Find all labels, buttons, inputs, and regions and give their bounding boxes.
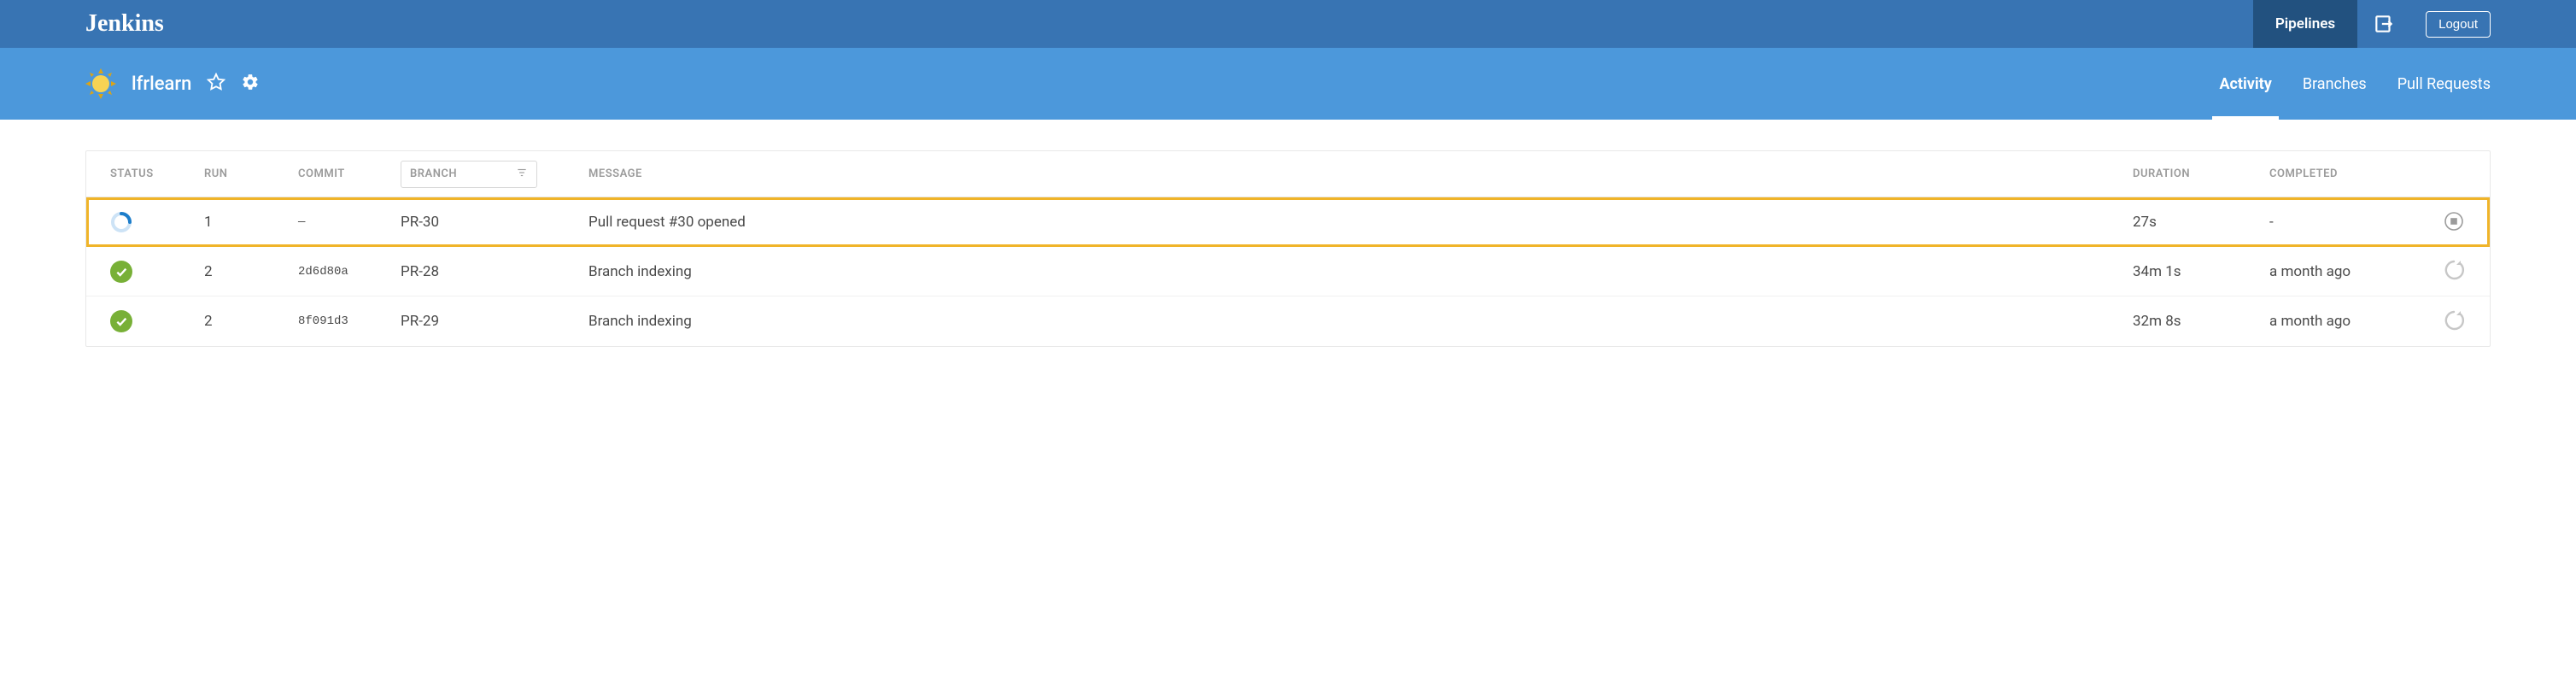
stop-button[interactable] xyxy=(2442,209,2466,233)
col-header-duration: Duration xyxy=(2133,167,2269,180)
cell-completed: a month ago xyxy=(2269,313,2432,330)
tab-branches[interactable]: Branches xyxy=(2303,48,2367,120)
cell-completed: a month ago xyxy=(2269,263,2432,280)
nav-pipelines[interactable]: Pipelines xyxy=(2253,0,2357,48)
tab-pull-requests[interactable]: Pull Requests xyxy=(2397,48,2491,120)
col-header-status: Status xyxy=(110,167,204,180)
cell-status xyxy=(110,211,204,233)
col-header-commit: Commit xyxy=(298,167,401,180)
table-row[interactable]: 22d6d80aPR-28Branch indexing34m 1sa mont… xyxy=(86,247,2490,296)
col-header-completed: Completed xyxy=(2269,167,2432,180)
status-running-icon xyxy=(110,211,132,233)
cell-status xyxy=(110,261,204,283)
table-row[interactable]: 28f091d3PR-29Branch indexing32m 8sa mont… xyxy=(86,296,2490,346)
col-header-run: Run xyxy=(204,167,298,180)
settings-gear-icon[interactable] xyxy=(241,73,260,95)
cell-action xyxy=(2432,258,2466,285)
rerun-button[interactable] xyxy=(2442,258,2466,282)
cell-branch: PR-30 xyxy=(401,214,588,231)
cell-message: Pull request #30 opened xyxy=(588,214,2133,231)
table-body: 1—PR-30Pull request #30 opened27s-22d6d8… xyxy=(86,197,2490,346)
cell-completed: - xyxy=(2269,214,2432,231)
tab-activity[interactable]: Activity xyxy=(2219,48,2271,120)
cell-branch: PR-28 xyxy=(401,263,588,280)
activity-table: Status Run Commit Branch Message Duratio… xyxy=(85,150,2491,347)
favorite-star-icon[interactable] xyxy=(207,73,225,95)
cell-duration: 27s xyxy=(2133,214,2269,231)
cell-commit: 2d6d80a xyxy=(298,265,401,279)
table-row[interactable]: 1—PR-30Pull request #30 opened27s- xyxy=(86,197,2490,247)
cell-action xyxy=(2432,209,2466,236)
cell-branch: PR-29 xyxy=(401,313,588,330)
branch-filter-dropdown[interactable]: Branch xyxy=(401,161,537,188)
sub-header: lfrlearn Activity Branches Pull Requests xyxy=(0,48,2576,120)
cell-message: Branch indexing xyxy=(588,313,2133,330)
cell-commit: — xyxy=(298,215,401,229)
brand-logo[interactable]: Jenkins xyxy=(85,10,164,38)
status-success-icon xyxy=(110,310,132,332)
top-right-nav: Pipelines Logout xyxy=(2253,0,2491,48)
table-header-row: Status Run Commit Branch Message Duratio… xyxy=(86,151,2490,197)
pipeline-name[interactable]: lfrlearn xyxy=(132,73,191,95)
weather-sunny-icon xyxy=(85,68,116,99)
pipeline-title-area: lfrlearn xyxy=(85,68,260,99)
cell-status xyxy=(110,310,204,332)
filter-icon xyxy=(516,167,528,182)
logout-button[interactable]: Logout xyxy=(2426,11,2491,38)
top-header: Jenkins Pipelines Logout xyxy=(0,0,2576,48)
content-area: Status Run Commit Branch Message Duratio… xyxy=(0,120,2576,378)
exit-icon[interactable] xyxy=(2373,13,2395,35)
col-header-branch[interactable]: Branch xyxy=(401,161,588,188)
cell-duration: 32m 8s xyxy=(2133,313,2269,330)
pipeline-tabs: Activity Branches Pull Requests xyxy=(2219,48,2491,120)
cell-commit: 8f091d3 xyxy=(298,314,401,328)
cell-duration: 34m 1s xyxy=(2133,263,2269,280)
cell-run: 2 xyxy=(204,313,298,330)
cell-message: Branch indexing xyxy=(588,263,2133,280)
branch-filter-label: Branch xyxy=(410,167,457,180)
cell-run: 2 xyxy=(204,263,298,280)
rerun-button[interactable] xyxy=(2442,308,2466,332)
status-success-icon xyxy=(110,261,132,283)
col-header-message: Message xyxy=(588,167,2133,180)
cell-run: 1 xyxy=(204,214,298,231)
cell-action xyxy=(2432,308,2466,335)
